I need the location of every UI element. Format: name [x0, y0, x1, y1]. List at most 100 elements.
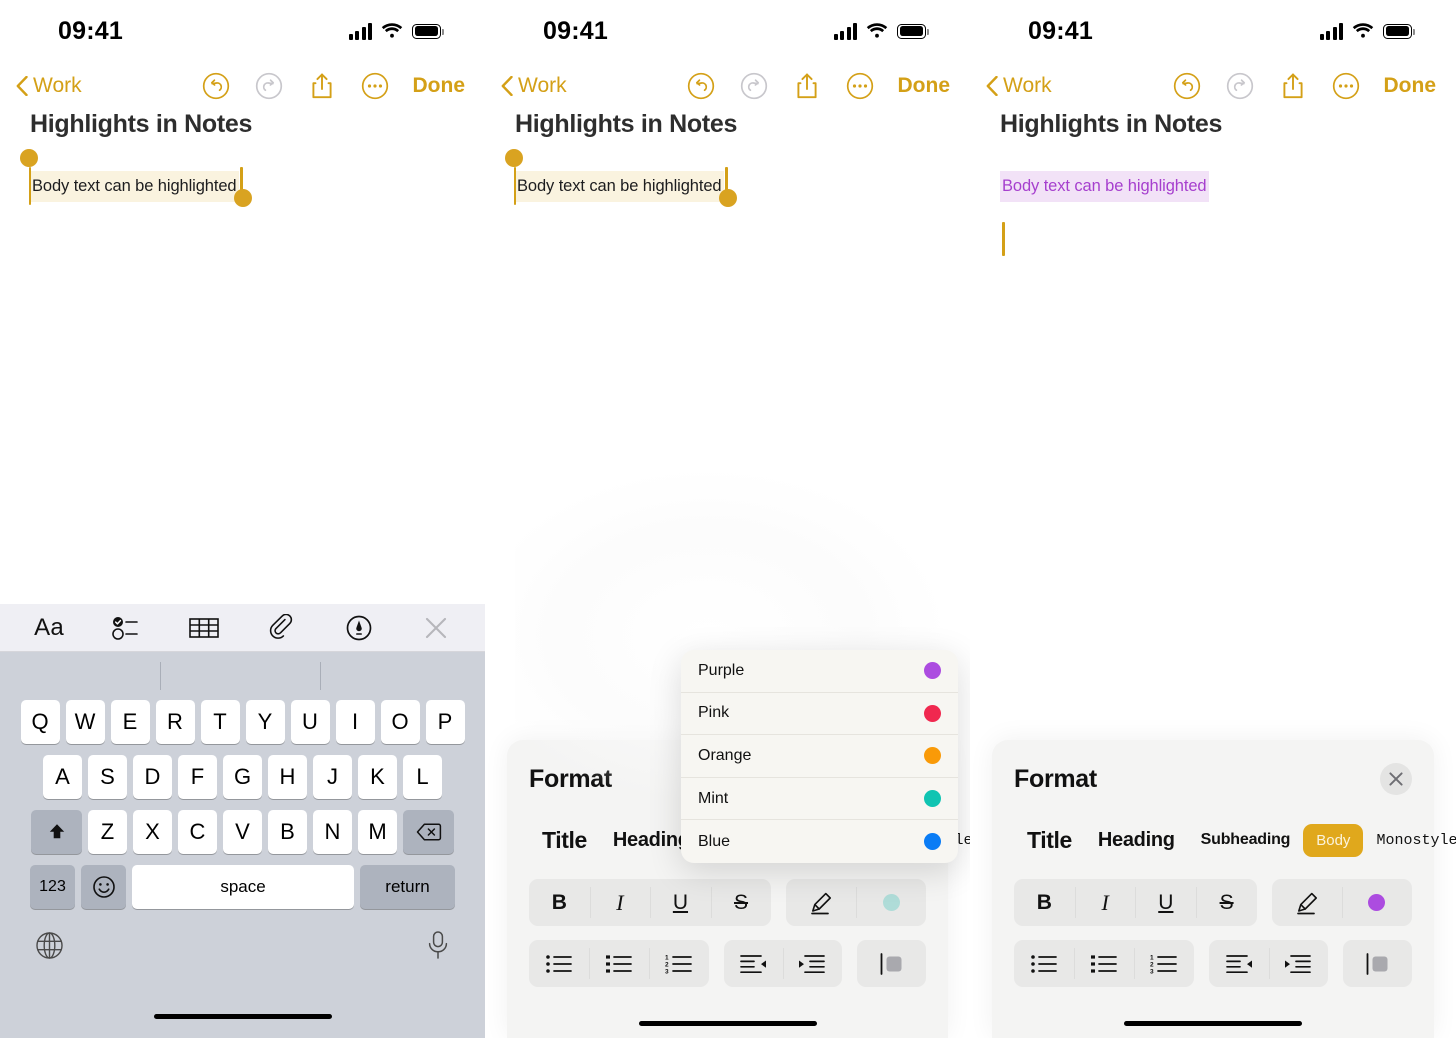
key[interactable]: I	[335, 700, 375, 744]
backspace-icon[interactable]	[403, 810, 454, 854]
key[interactable]: K	[358, 755, 397, 799]
more-ellipsis-icon[interactable]	[845, 71, 875, 101]
done-button[interactable]: Done	[1384, 74, 1437, 98]
key[interactable]: R	[155, 700, 195, 744]
key[interactable]: F	[178, 755, 217, 799]
key[interactable]: A	[43, 755, 82, 799]
undo-icon[interactable]	[201, 71, 231, 101]
highlighted-body-text[interactable]: Body text can be highlighted	[515, 171, 724, 203]
shift-icon[interactable]	[31, 810, 82, 854]
dashed-list-icon[interactable]	[529, 940, 589, 987]
back-button-work[interactable]: Work	[986, 74, 1052, 98]
style-button-title[interactable]: Title	[1014, 819, 1085, 862]
selection-end-handle[interactable]	[718, 189, 737, 207]
globe-icon[interactable]	[34, 930, 65, 966]
close-icon[interactable]	[1380, 763, 1412, 795]
style-button-monostyled[interactable]: Monostyled	[1363, 824, 1456, 857]
key[interactable]: T	[200, 700, 240, 744]
highlight-color-button[interactable]	[856, 879, 926, 926]
undo-icon[interactable]	[1172, 71, 1202, 101]
italic-button[interactable]: I	[1074, 879, 1136, 926]
key[interactable]: U	[290, 700, 330, 744]
highlight-pen-icon[interactable]	[786, 879, 856, 926]
microphone-icon[interactable]	[425, 930, 451, 966]
highlight-pen-icon[interactable]	[1272, 879, 1342, 926]
done-button[interactable]: Done	[898, 74, 951, 98]
key[interactable]: M	[358, 810, 397, 854]
bulleted-list-icon[interactable]	[1074, 940, 1134, 987]
selection-start-handle[interactable]	[20, 149, 38, 167]
note-paragraph-selected[interactable]: Body text can be highlighted	[20, 149, 252, 207]
block-quote-icon[interactable]	[857, 940, 926, 987]
back-button-work[interactable]: Work	[16, 74, 82, 98]
suggestion-bar[interactable]	[0, 652, 485, 700]
numbered-list-icon[interactable]: 123	[1134, 940, 1194, 987]
numbered-list-icon[interactable]: 123	[648, 940, 709, 987]
more-ellipsis-icon[interactable]	[360, 71, 390, 101]
emoji-icon[interactable]	[81, 865, 126, 909]
share-icon[interactable]	[792, 71, 822, 101]
key[interactable]: P	[425, 700, 465, 744]
style-button-heading[interactable]: Heading	[1085, 821, 1188, 860]
highlighted-body-text[interactable]: Body text can be highlighted	[1000, 171, 1209, 203]
key[interactable]: V	[223, 810, 262, 854]
bold-button[interactable]: B	[529, 879, 590, 926]
style-button-subheading[interactable]: Subheading	[1188, 823, 1304, 857]
key[interactable]: S	[88, 755, 127, 799]
color-menu-item[interactable]: Orange	[681, 735, 958, 778]
highlight-color-button[interactable]	[1341, 879, 1412, 926]
key[interactable]: N	[313, 810, 352, 854]
key[interactable]: Y	[245, 700, 285, 744]
color-menu-item[interactable]: Blue	[681, 820, 958, 863]
style-button-body[interactable]: Body	[1303, 823, 1364, 857]
dashed-list-icon[interactable]	[1014, 940, 1074, 987]
outdent-icon[interactable]	[1209, 940, 1268, 987]
indent-icon[interactable]	[782, 940, 842, 987]
selection-end-handle[interactable]	[233, 189, 252, 207]
key[interactable]: H	[268, 755, 307, 799]
empty-line[interactable]	[1000, 202, 1426, 262]
key[interactable]: E	[110, 700, 150, 744]
strikethrough-button[interactable]: S	[710, 879, 772, 926]
back-button-work[interactable]: Work	[501, 74, 567, 98]
strikethrough-button[interactable]: S	[1196, 879, 1257, 926]
return-key[interactable]: return	[360, 865, 455, 909]
outdent-icon[interactable]	[724, 940, 783, 987]
note-paragraph-selected[interactable]: Body text can be highlighted	[505, 149, 737, 207]
selection-start-handle[interactable]	[505, 149, 523, 167]
key[interactable]: L	[403, 755, 442, 799]
key[interactable]: G	[223, 755, 262, 799]
share-icon[interactable]	[1278, 71, 1308, 101]
markup-pen-icon[interactable]	[338, 611, 380, 645]
table-icon[interactable]	[183, 611, 225, 645]
underline-button[interactable]: U	[650, 879, 711, 926]
block-quote-icon[interactable]	[1343, 940, 1412, 987]
key[interactable]: Z	[88, 810, 127, 854]
numbers-key[interactable]: 123	[30, 865, 75, 909]
share-icon[interactable]	[307, 71, 337, 101]
key[interactable]: B	[268, 810, 307, 854]
key[interactable]: Q	[20, 700, 60, 744]
bold-button[interactable]: B	[1014, 879, 1075, 926]
key[interactable]: O	[380, 700, 420, 744]
undo-icon[interactable]	[686, 71, 716, 101]
more-ellipsis-icon[interactable]	[1331, 71, 1361, 101]
done-button[interactable]: Done	[413, 74, 466, 98]
style-button-title[interactable]: Title	[529, 819, 600, 862]
key[interactable]: W	[65, 700, 105, 744]
close-icon[interactable]	[415, 611, 457, 645]
key[interactable]: X	[133, 810, 172, 854]
format-aa-button[interactable]: Aa	[28, 611, 70, 645]
key[interactable]: J	[313, 755, 352, 799]
space-key[interactable]: space	[132, 865, 354, 909]
indent-icon[interactable]	[1268, 940, 1328, 987]
key[interactable]: C	[178, 810, 217, 854]
note-paragraph-highlighted[interactable]: Body text can be highlighted	[1000, 171, 1209, 203]
bulleted-list-icon[interactable]	[588, 940, 649, 987]
italic-button[interactable]: I	[589, 879, 651, 926]
color-menu-item[interactable]: Pink	[681, 693, 958, 736]
checklist-icon[interactable]	[105, 611, 147, 645]
color-menu-item[interactable]: Mint	[681, 778, 958, 821]
key[interactable]: D	[133, 755, 172, 799]
underline-button[interactable]: U	[1135, 879, 1196, 926]
